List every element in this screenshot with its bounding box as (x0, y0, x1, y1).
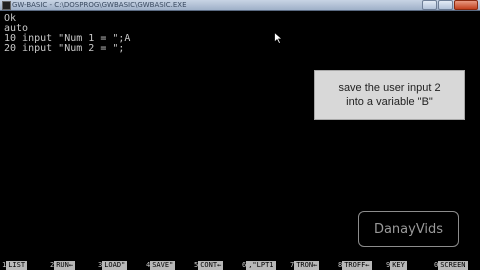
callout-line-2: into a variable "B" (346, 96, 433, 108)
fkey-1: 1 LIST (0, 261, 48, 270)
fkey-label: KEY (390, 261, 407, 270)
maximize-button[interactable] (438, 0, 453, 10)
function-key-bar: 1 LIST 2 RUN← 3 LOAD" 4 SAVE" 5 CONT← 6 ,"LPT1… (0, 261, 480, 270)
fkey-10: 0 SCREEN (432, 261, 480, 270)
fkey-label: SAVE" (150, 261, 176, 270)
fkey-label: CONT← (198, 261, 224, 270)
fkey-label: SCREEN (438, 261, 468, 270)
window-titlebar[interactable]: GW-BASIC - C:\DOSPROG\GWBASIC\GWBASIC.EX… (0, 0, 480, 11)
annotation-callout: save the user input 2 into a variable "B… (314, 70, 465, 120)
fkey-9: 9 KEY (384, 261, 432, 270)
fkey-2: 2 RUN← (48, 261, 96, 270)
fkey-3: 3 LOAD" (96, 261, 144, 270)
console-line: 20 input "Num 2 = "; (4, 43, 125, 54)
fkey-8: 8 TROFF← (336, 261, 384, 270)
fkey-label: TRON← (294, 261, 320, 270)
callout-line-1: save the user input 2 (338, 82, 441, 94)
close-button[interactable] (454, 0, 478, 10)
fkey-label: LIST (6, 261, 28, 270)
app-icon (2, 1, 11, 10)
fkey-label: ,"LPT1 (246, 261, 276, 270)
fkey-label: LOAD" (102, 261, 128, 270)
fkey-5: 5 CONT← (192, 261, 240, 270)
window-controls (421, 0, 478, 10)
fkey-4: 4 SAVE" (144, 261, 192, 270)
window-title: GW-BASIC - C:\DOSPROG\GWBASIC\GWBASIC.EX… (12, 1, 187, 9)
fkey-label: TROFF← (342, 261, 372, 270)
watermark-text: DanayVids (373, 221, 444, 237)
channel-watermark: DanayVids (358, 211, 459, 247)
minimize-button[interactable] (422, 0, 437, 10)
fkey-6: 6 ,"LPT1 (240, 261, 288, 270)
fkey-7: 7 TRON← (288, 261, 336, 270)
fkey-label: RUN← (54, 261, 76, 270)
mouse-pointer-icon (274, 32, 284, 44)
